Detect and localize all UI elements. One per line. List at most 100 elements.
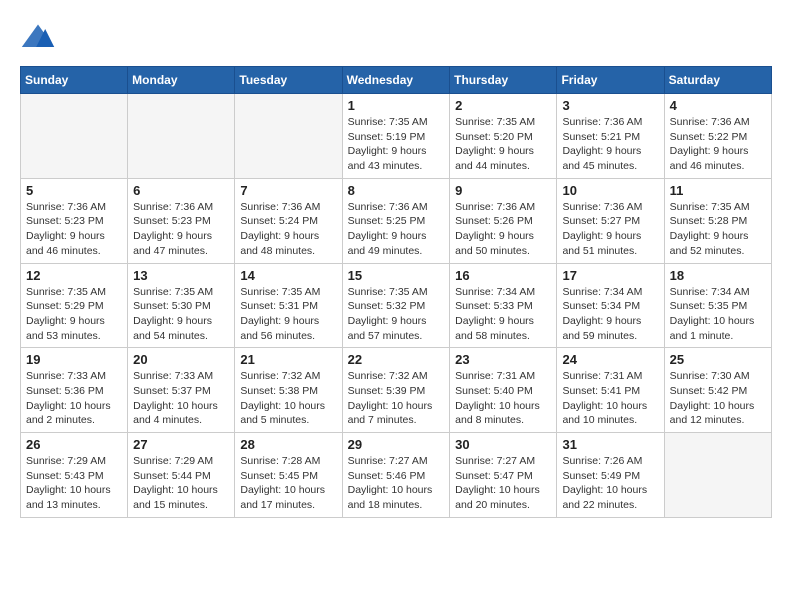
day-number: 25 bbox=[670, 352, 766, 367]
day-number: 29 bbox=[348, 437, 445, 452]
day-info: Sunrise: 7:36 AMSunset: 5:23 PMDaylight:… bbox=[133, 200, 229, 259]
day-header-sunday: Sunday bbox=[21, 67, 128, 94]
day-info: Sunrise: 7:36 AMSunset: 5:21 PMDaylight:… bbox=[562, 115, 658, 174]
day-number: 3 bbox=[562, 98, 658, 113]
day-number: 21 bbox=[240, 352, 336, 367]
day-number: 13 bbox=[133, 268, 229, 283]
calendar-cell: 4 Sunrise: 7:36 AMSunset: 5:22 PMDaylight… bbox=[664, 94, 771, 179]
week-row: 5 Sunrise: 7:36 AMSunset: 5:23 PMDaylight… bbox=[21, 178, 772, 263]
day-number: 9 bbox=[455, 183, 551, 198]
calendar-cell: 21Sunrise: 7:32 AMSunset: 5:38 PMDayligh… bbox=[235, 348, 342, 433]
day-header-thursday: Thursday bbox=[450, 67, 557, 94]
day-info: Sunrise: 7:35 AMSunset: 5:29 PMDaylight:… bbox=[26, 285, 122, 344]
week-row: 1 Sunrise: 7:35 AMSunset: 5:19 PMDaylight… bbox=[21, 94, 772, 179]
week-row: 12 Sunrise: 7:35 AMSunset: 5:29 PMDayligh… bbox=[21, 263, 772, 348]
day-info: Sunrise: 7:31 AMSunset: 5:40 PMDaylight:… bbox=[455, 369, 551, 428]
logo-icon bbox=[20, 20, 56, 56]
day-number: 1 bbox=[348, 98, 445, 113]
day-number: 20 bbox=[133, 352, 229, 367]
day-header-monday: Monday bbox=[128, 67, 235, 94]
calendar-cell: 19 Sunrise: 7:33 AMSunset: 5:36 PMDayligh… bbox=[21, 348, 128, 433]
day-info: Sunrise: 7:35 AMSunset: 5:20 PMDaylight:… bbox=[455, 115, 551, 174]
calendar-cell: 13 Sunrise: 7:35 AMSunset: 5:30 PMDayligh… bbox=[128, 263, 235, 348]
day-number: 10 bbox=[562, 183, 658, 198]
week-row: 26Sunrise: 7:29 AMSunset: 5:43 PMDayligh… bbox=[21, 433, 772, 518]
day-number: 26 bbox=[26, 437, 122, 452]
day-info: Sunrise: 7:35 AMSunset: 5:19 PMDaylight:… bbox=[348, 115, 445, 174]
calendar-cell: 2 Sunrise: 7:35 AMSunset: 5:20 PMDaylight… bbox=[450, 94, 557, 179]
day-number: 28 bbox=[240, 437, 336, 452]
day-number: 19 bbox=[26, 352, 122, 367]
day-header-tuesday: Tuesday bbox=[235, 67, 342, 94]
calendar-cell: 15 Sunrise: 7:35 AMSunset: 5:32 PMDayligh… bbox=[342, 263, 450, 348]
day-info: Sunrise: 7:36 AMSunset: 5:24 PMDaylight:… bbox=[240, 200, 336, 259]
day-info: Sunrise: 7:35 AMSunset: 5:32 PMDaylight:… bbox=[348, 285, 445, 344]
calendar-cell bbox=[128, 94, 235, 179]
calendar-cell: 1 Sunrise: 7:35 AMSunset: 5:19 PMDaylight… bbox=[342, 94, 450, 179]
calendar-cell: 8 Sunrise: 7:36 AMSunset: 5:25 PMDaylight… bbox=[342, 178, 450, 263]
day-number: 7 bbox=[240, 183, 336, 198]
day-header-saturday: Saturday bbox=[664, 67, 771, 94]
day-info: Sunrise: 7:30 AMSunset: 5:42 PMDaylight:… bbox=[670, 369, 766, 428]
calendar-cell: 30 Sunrise: 7:27 AMSunset: 5:47 PMDayligh… bbox=[450, 433, 557, 518]
day-number: 15 bbox=[348, 268, 445, 283]
day-number: 27 bbox=[133, 437, 229, 452]
day-info: Sunrise: 7:33 AMSunset: 5:37 PMDaylight:… bbox=[133, 369, 229, 428]
calendar-cell: 12 Sunrise: 7:35 AMSunset: 5:29 PMDayligh… bbox=[21, 263, 128, 348]
day-info: Sunrise: 7:34 AMSunset: 5:34 PMDaylight:… bbox=[562, 285, 658, 344]
day-info: Sunrise: 7:35 AMSunset: 5:31 PMDaylight:… bbox=[240, 285, 336, 344]
week-row: 19 Sunrise: 7:33 AMSunset: 5:36 PMDayligh… bbox=[21, 348, 772, 433]
calendar-cell bbox=[664, 433, 771, 518]
calendar-cell: 22 Sunrise: 7:32 AMSunset: 5:39 PMDayligh… bbox=[342, 348, 450, 433]
day-number: 22 bbox=[348, 352, 445, 367]
day-number: 24 bbox=[562, 352, 658, 367]
day-number: 16 bbox=[455, 268, 551, 283]
day-info: Sunrise: 7:32 AMSunset: 5:39 PMDaylight:… bbox=[348, 369, 445, 428]
day-info: Sunrise: 7:26 AMSunset: 5:49 PMDaylight:… bbox=[562, 454, 658, 513]
calendar-cell: 25 Sunrise: 7:30 AMSunset: 5:42 PMDayligh… bbox=[664, 348, 771, 433]
day-info: Sunrise: 7:36 AMSunset: 5:22 PMDaylight:… bbox=[670, 115, 766, 174]
day-info: Sunrise: 7:36 AMSunset: 5:27 PMDaylight:… bbox=[562, 200, 658, 259]
calendar-cell: 11 Sunrise: 7:35 AMSunset: 5:28 PMDayligh… bbox=[664, 178, 771, 263]
calendar-cell bbox=[21, 94, 128, 179]
calendar-cell: 20 Sunrise: 7:33 AMSunset: 5:37 PMDayligh… bbox=[128, 348, 235, 433]
day-number: 8 bbox=[348, 183, 445, 198]
day-info: Sunrise: 7:27 AMSunset: 5:46 PMDaylight:… bbox=[348, 454, 445, 513]
day-number: 5 bbox=[26, 183, 122, 198]
calendar-cell: 14Sunrise: 7:35 AMSunset: 5:31 PMDayligh… bbox=[235, 263, 342, 348]
calendar-cell: 18Sunrise: 7:34 AMSunset: 5:35 PMDayligh… bbox=[664, 263, 771, 348]
day-number: 11 bbox=[670, 183, 766, 198]
calendar-cell: 9 Sunrise: 7:36 AMSunset: 5:26 PMDaylight… bbox=[450, 178, 557, 263]
day-info: Sunrise: 7:35 AMSunset: 5:28 PMDaylight:… bbox=[670, 200, 766, 259]
day-info: Sunrise: 7:35 AMSunset: 5:30 PMDaylight:… bbox=[133, 285, 229, 344]
day-info: Sunrise: 7:27 AMSunset: 5:47 PMDaylight:… bbox=[455, 454, 551, 513]
day-info: Sunrise: 7:36 AMSunset: 5:25 PMDaylight:… bbox=[348, 200, 445, 259]
calendar-cell: 10 Sunrise: 7:36 AMSunset: 5:27 PMDayligh… bbox=[557, 178, 664, 263]
day-info: Sunrise: 7:34 AMSunset: 5:35 PMDaylight:… bbox=[670, 285, 766, 344]
calendar-cell: 6Sunrise: 7:36 AMSunset: 5:23 PMDaylight… bbox=[128, 178, 235, 263]
calendar-cell: 5Sunrise: 7:36 AMSunset: 5:23 PMDaylight… bbox=[21, 178, 128, 263]
calendar-cell: 23Sunrise: 7:31 AMSunset: 5:40 PMDayligh… bbox=[450, 348, 557, 433]
day-number: 2 bbox=[455, 98, 551, 113]
day-number: 4 bbox=[670, 98, 766, 113]
calendar: SundayMondayTuesdayWednesdayThursdayFrid… bbox=[20, 66, 772, 518]
day-number: 30 bbox=[455, 437, 551, 452]
day-info: Sunrise: 7:33 AMSunset: 5:36 PMDaylight:… bbox=[26, 369, 122, 428]
day-info: Sunrise: 7:28 AMSunset: 5:45 PMDaylight:… bbox=[240, 454, 336, 513]
calendar-cell: 27Sunrise: 7:29 AMSunset: 5:44 PMDayligh… bbox=[128, 433, 235, 518]
calendar-cell: 31 Sunrise: 7:26 AMSunset: 5:49 PMDayligh… bbox=[557, 433, 664, 518]
day-number: 12 bbox=[26, 268, 122, 283]
day-number: 31 bbox=[562, 437, 658, 452]
calendar-cell: 29 Sunrise: 7:27 AMSunset: 5:46 PMDayligh… bbox=[342, 433, 450, 518]
day-header-wednesday: Wednesday bbox=[342, 67, 450, 94]
logo bbox=[20, 20, 60, 56]
page-header bbox=[20, 20, 772, 56]
calendar-cell: 17Sunrise: 7:34 AMSunset: 5:34 PMDayligh… bbox=[557, 263, 664, 348]
day-info: Sunrise: 7:31 AMSunset: 5:41 PMDaylight:… bbox=[562, 369, 658, 428]
day-info: Sunrise: 7:34 AMSunset: 5:33 PMDaylight:… bbox=[455, 285, 551, 344]
calendar-header-row: SundayMondayTuesdayWednesdayThursdayFrid… bbox=[21, 67, 772, 94]
day-info: Sunrise: 7:36 AMSunset: 5:26 PMDaylight:… bbox=[455, 200, 551, 259]
calendar-cell: 16 Sunrise: 7:34 AMSunset: 5:33 PMDayligh… bbox=[450, 263, 557, 348]
calendar-cell: 28 Sunrise: 7:28 AMSunset: 5:45 PMDayligh… bbox=[235, 433, 342, 518]
calendar-cell: 7 Sunrise: 7:36 AMSunset: 5:24 PMDaylight… bbox=[235, 178, 342, 263]
